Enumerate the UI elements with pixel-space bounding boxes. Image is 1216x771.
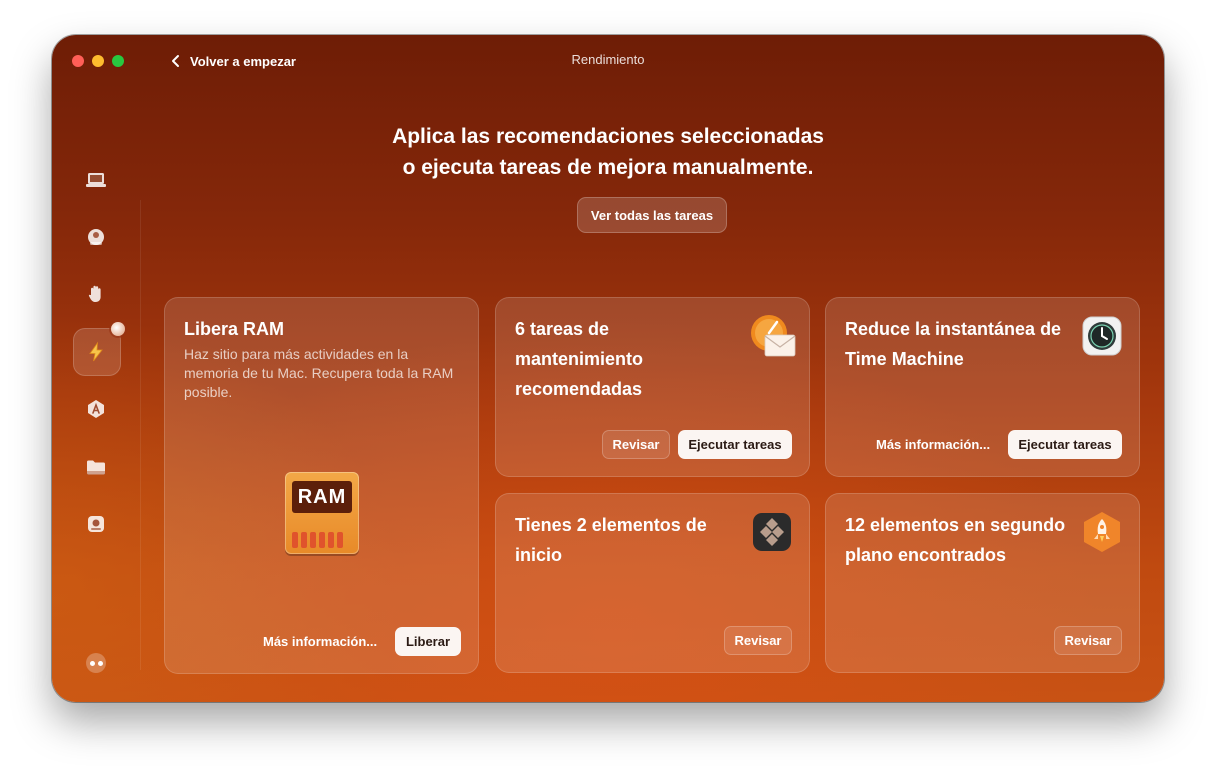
review-button[interactable]: Revisar — [602, 430, 670, 459]
card-title: 6 tareas de mantenimiento recomendadas — [515, 314, 643, 404]
folder-icon — [87, 460, 105, 475]
review-button[interactable]: Revisar — [724, 626, 792, 655]
card-title: Libera RAM — [184, 319, 285, 339]
ram-chip-label: RAM — [292, 481, 352, 513]
card-title: 12 elementos en segundo plano encontrado… — [845, 510, 1065, 570]
sidebar-item-protection[interactable] — [84, 225, 108, 249]
window-title: Rendimiento — [571, 52, 645, 67]
card-title-line: inicio — [515, 545, 563, 565]
assistant-button[interactable] — [86, 653, 106, 673]
headline-line-2: o ejecuta tareas de mejora manualmente. — [402, 156, 814, 179]
page-headline: Aplica las recomendaciones seleccionadas… — [52, 121, 1164, 183]
maintenance-mail-icon — [751, 315, 796, 357]
card-title: Tienes 2 elementos de inicio — [515, 510, 707, 570]
run-tasks-button[interactable]: Ejecutar tareas — [1008, 430, 1122, 459]
ram-pins — [292, 532, 343, 548]
card-title-line: recomendadas — [515, 379, 643, 399]
ram-icon: RAM — [285, 472, 359, 554]
assistant-eye-icon — [89, 660, 95, 666]
sidebar-item-privacy[interactable] — [84, 282, 108, 306]
headline-line-1: Aplica las recomendaciones seleccionadas — [392, 125, 824, 148]
lightning-icon — [89, 341, 103, 362]
more-info-link[interactable]: Más información... — [263, 634, 377, 649]
card-free-ram: Libera RAM Haz sitio para más actividade… — [164, 297, 479, 674]
more-info-link[interactable]: Más información... — [876, 437, 990, 452]
card-title-line: Reduce la instantánea de — [845, 319, 1062, 339]
startup-items-icon — [753, 513, 791, 551]
app-a-icon — [88, 400, 104, 418]
card-title-line: plano encontrados — [845, 545, 1007, 565]
notification-badge — [111, 322, 125, 336]
card-maintenance: 6 tareas de mantenimiento recomendadas R… — [495, 297, 810, 477]
hand-icon — [88, 285, 101, 302]
card-title: Reduce la instantánea de Time Machine — [845, 314, 1061, 374]
view-all-tasks-button[interactable]: Ver todas las tareas — [577, 197, 727, 233]
card-background-items: 12 elementos en segundo plano encontrado… — [825, 493, 1140, 673]
card-time-machine: Reduce la instantánea de Time Machine Má… — [825, 297, 1140, 477]
app-window: Volver a empezar Rendimiento Aplica las … — [52, 35, 1164, 702]
orb-icon — [88, 229, 104, 245]
run-tasks-button[interactable]: Ejecutar tareas — [678, 430, 792, 459]
card-description: Haz sitio para más actividades en la mem… — [184, 346, 454, 400]
sidebar-item-applications[interactable] — [84, 397, 108, 421]
assistant-eye-icon — [97, 660, 103, 666]
rocket-icon — [1084, 512, 1120, 552]
card-title-line: 12 elementos en segundo — [845, 515, 1066, 535]
card-title-line: Time Machine — [845, 349, 964, 369]
card-title-line: mantenimiento — [515, 349, 644, 369]
free-ram-button[interactable]: Liberar — [395, 627, 461, 656]
sidebar-item-assistant[interactable] — [84, 512, 108, 536]
card-startup-items: Tienes 2 elementos de inicio Revisar — [495, 493, 810, 673]
disk-icon — [88, 516, 104, 532]
sidebar-item-performance[interactable] — [84, 340, 108, 364]
sidebar-item-files[interactable] — [84, 455, 108, 479]
sidebar-divider — [140, 200, 141, 670]
review-button[interactable]: Revisar — [1054, 626, 1122, 655]
time-machine-icon — [1082, 316, 1122, 356]
card-title-line: 6 tareas de — [515, 319, 610, 339]
card-title-line: Tienes 2 elementos de — [515, 515, 707, 535]
